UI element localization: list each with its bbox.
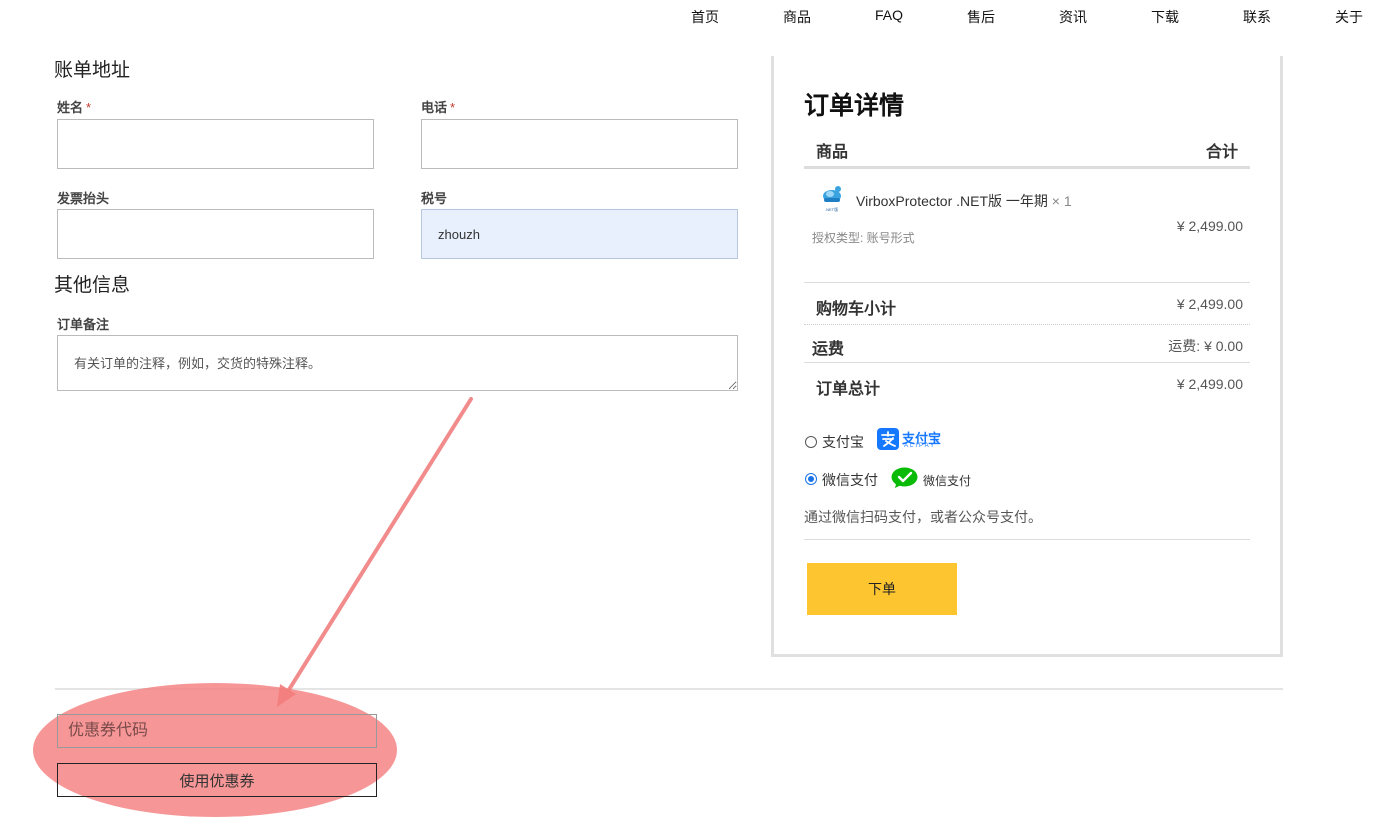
order-notes-textarea[interactable] (57, 335, 738, 391)
name-input[interactable] (57, 119, 374, 169)
wechat-label: 微信支付 (822, 472, 878, 488)
product-thumbnail: .NET版 (817, 184, 845, 212)
order-title: 订单详情 (804, 92, 905, 120)
nav-about[interactable]: 关于 (1335, 7, 1363, 27)
payment-description: 通过微信扫码支付，或者公众号支付。 (804, 509, 1042, 525)
table-header-divider (804, 166, 1250, 169)
tax-id-input[interactable] (421, 209, 738, 259)
product-price: ¥ 2,499.00 (1176, 218, 1243, 234)
wechat-pay-icon (891, 467, 918, 488)
alipay-logo: 支付宝 ALIPAY (877, 428, 941, 452)
divider (804, 282, 1250, 283)
divider (804, 362, 1250, 363)
wechat-radio[interactable] (805, 473, 817, 485)
nav-home[interactable]: 首页 (691, 7, 719, 27)
col-product-header: 商品 (816, 144, 849, 161)
nav-download[interactable]: 下载 (1151, 7, 1179, 27)
annotation-arrow-line (283, 397, 473, 698)
required-mark: * (450, 100, 456, 115)
wechat-logo-text: 微信支付 (923, 474, 972, 488)
shipping-label: 运费 (812, 341, 845, 358)
nav-contact[interactable]: 联系 (1243, 7, 1271, 27)
nav-products[interactable]: 商品 (783, 7, 811, 27)
invoice-title-label: 发票抬头 (57, 191, 110, 206)
shipping-value: 运费: ¥ 0.00 (1168, 338, 1243, 354)
divider (804, 324, 1250, 325)
order-notes-label: 订单备注 (57, 317, 110, 332)
phone-label-text: 电话 (421, 100, 448, 115)
coupon-divider (55, 688, 1283, 690)
phone-label: 电话 * (421, 97, 455, 116)
nav-after-sales[interactable]: 售后 (967, 7, 995, 27)
alipay-icon (877, 428, 899, 450)
subtotal-value: ¥ 2,499.00 (1176, 296, 1243, 312)
col-total-header: 合计 (1206, 144, 1239, 161)
nav-faq[interactable]: FAQ (875, 7, 903, 23)
name-label-text: 姓名 (57, 100, 84, 115)
invoice-title-input[interactable] (57, 209, 374, 259)
license-type: 授权类型: 账号形式 (812, 231, 915, 245)
required-mark: * (86, 100, 92, 115)
nav-news[interactable]: 资讯 (1059, 7, 1087, 27)
alipay-logo-en: ALIPAY (904, 443, 937, 449)
name-label: 姓名 * (57, 97, 91, 116)
apply-coupon-button[interactable]: 使用优惠券 (57, 763, 377, 797)
phone-input[interactable] (421, 119, 738, 169)
billing-title: 账单地址 (54, 60, 131, 81)
product-icon-text: .NET版 (825, 207, 839, 212)
alipay-label: 支付宝 (822, 434, 864, 450)
divider (804, 539, 1250, 540)
tax-id-label: 税号 (421, 191, 448, 206)
product-line: VirboxProtector .NET版 一年期 × 1 (856, 191, 1072, 211)
total-value: ¥ 2,499.00 (1176, 376, 1243, 392)
total-label: 订单总计 (816, 381, 881, 398)
product-quantity: × 1 (1051, 193, 1072, 209)
place-order-button[interactable]: 下单 (807, 563, 957, 615)
product-name: VirboxProtector .NET版 一年期 (856, 193, 1048, 209)
subtotal-label: 购物车小计 (816, 301, 897, 318)
alipay-radio[interactable] (805, 436, 817, 448)
coupon-code-input[interactable] (57, 714, 377, 748)
other-info-title: 其他信息 (54, 275, 131, 296)
